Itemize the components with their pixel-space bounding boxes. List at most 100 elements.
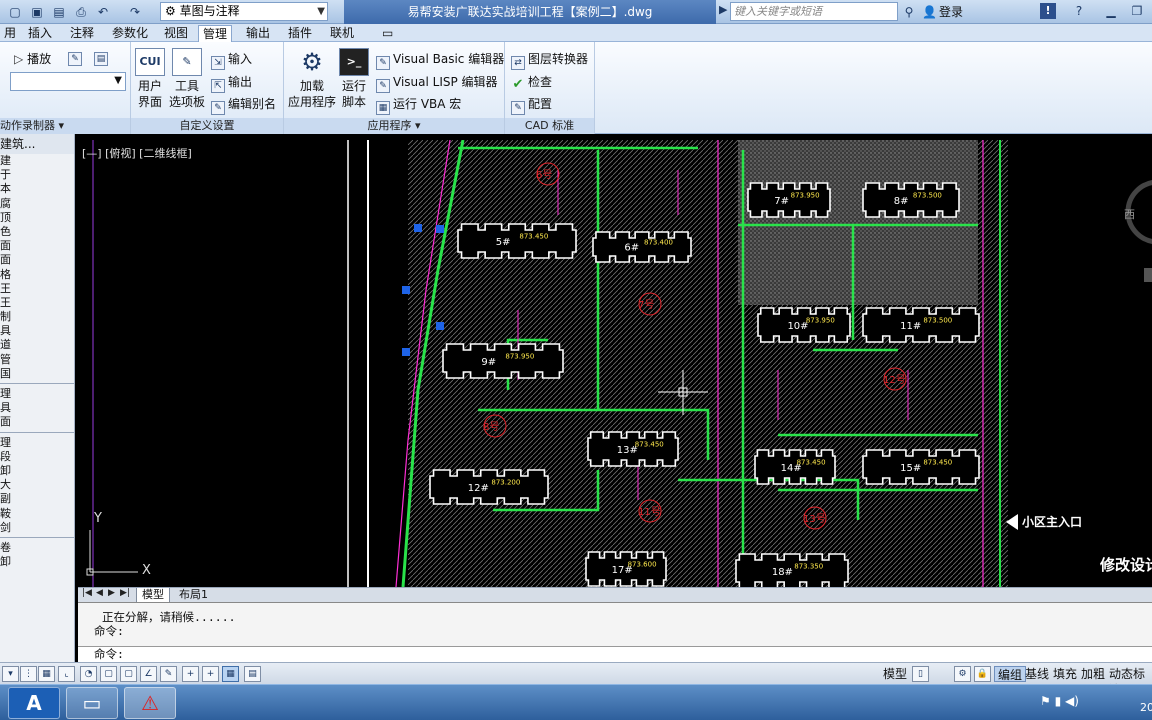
- new-icon[interactable]: ▢: [6, 3, 24, 21]
- undo-icon[interactable]: ↶: [94, 3, 112, 21]
- 3d-osnap-icon[interactable]: ▢: [120, 666, 137, 682]
- building-footprint[interactable]: 6# 873.400: [592, 231, 692, 263]
- palette-item[interactable]: 具: [0, 401, 74, 415]
- palette-item[interactable]: 格: [0, 268, 74, 282]
- bold-toggle[interactable]: 加粗: [1078, 666, 1108, 682]
- export-button[interactable]: ⇱ 输出: [211, 73, 252, 93]
- palette-item[interactable]: 国: [0, 367, 74, 381]
- vba-editor-button[interactable]: ✎ Visual Basic 编辑器: [376, 50, 504, 70]
- palette-item[interactable]: 剑: [0, 521, 74, 535]
- login-button[interactable]: 👤 登录: [922, 3, 963, 20]
- palette-item[interactable]: 建: [0, 154, 74, 168]
- palette-item[interactable]: 具: [0, 324, 74, 338]
- tab-parametric[interactable]: 参数化: [108, 25, 152, 42]
- palette-item[interactable]: 本: [0, 182, 74, 196]
- chevron-right-icon[interactable]: ▶: [719, 3, 727, 16]
- viewport-label[interactable]: [—] [俯视] [二维线框]: [82, 145, 192, 161]
- palette-item[interactable]: 理: [0, 436, 74, 450]
- layout-icon[interactable]: ▯: [912, 666, 929, 682]
- tab-layout1[interactable]: 布局1: [174, 588, 213, 603]
- record-options-icon[interactable]: ▤: [94, 48, 111, 66]
- redo-icon[interactable]: ↷: [126, 3, 144, 21]
- building-footprint[interactable]: 14#873.450: [754, 449, 836, 485]
- load-application-button[interactable]: ⚙ 加载 应用程序: [288, 48, 336, 110]
- explorer-taskbar-button[interactable]: ▭: [66, 687, 118, 719]
- tab-plugins[interactable]: 插件: [284, 25, 316, 42]
- quick-props-icon[interactable]: ▤: [244, 666, 261, 682]
- network-icon[interactable]: ▮: [1055, 694, 1062, 708]
- palette-item[interactable]: 于: [0, 168, 74, 182]
- view-cube-icon[interactable]: 西: [1124, 180, 1152, 244]
- transparency-icon[interactable]: ▦: [222, 666, 239, 682]
- palette-item[interactable]: 大: [0, 478, 74, 492]
- palette-item[interactable]: 副: [0, 492, 74, 506]
- prev-tab-icon[interactable]: ◀: [96, 588, 103, 598]
- tab-view[interactable]: 视图: [160, 25, 192, 42]
- play-button[interactable]: ▷ 播放: [14, 50, 51, 67]
- building-footprint[interactable]: 15#873.450: [862, 449, 980, 485]
- building-footprint[interactable]: 9# 873.950: [442, 343, 564, 379]
- building-footprint[interactable]: 11#873.500: [862, 307, 980, 343]
- import-button[interactable]: ⇲ 输入: [211, 50, 252, 70]
- building-footprint[interactable]: 7#873.950: [747, 182, 831, 218]
- nav-bar-icon[interactable]: [1144, 268, 1152, 282]
- palette-header[interactable]: 建筑...: [0, 134, 74, 154]
- palette-item[interactable]: 制: [0, 310, 74, 324]
- palette-item[interactable]: 理: [0, 387, 74, 401]
- palette-item[interactable]: 面: [0, 415, 74, 429]
- command-input[interactable]: 命令:: [78, 646, 1152, 662]
- fill-toggle[interactable]: 填充: [1050, 666, 1080, 682]
- run-script-button[interactable]: >_ 运行 脚本: [338, 48, 370, 110]
- tab-output[interactable]: 输出: [242, 25, 274, 42]
- palette-item[interactable]: 管: [0, 353, 74, 367]
- palette-item[interactable]: 王: [0, 282, 74, 296]
- osnap-icon[interactable]: ▢: [100, 666, 117, 682]
- building-footprint[interactable]: 17#873.600: [585, 551, 667, 587]
- edit-aliases-button[interactable]: ✎ 编辑别名: [211, 95, 276, 115]
- lock-icon[interactable]: 🔒: [974, 666, 991, 682]
- action-recorder-panel-label[interactable]: 动作录制器 ▾: [0, 118, 130, 134]
- tab-model[interactable]: 模型: [136, 588, 170, 603]
- dynamic-dimension-toggle[interactable]: 动态标注: [1106, 666, 1152, 697]
- snap-icon[interactable]: ⋮: [20, 666, 37, 682]
- grid-icon[interactable]: ▦: [38, 666, 55, 682]
- acrobat-taskbar-button[interactable]: ⚠: [124, 687, 176, 719]
- ortho-icon[interactable]: ⌞: [58, 666, 75, 682]
- polar-icon[interactable]: ◔: [80, 666, 97, 682]
- site-plan-drawing[interactable]: Y X 5#873.4506# 873.4007#873.9508#873.50…: [78, 140, 1152, 587]
- tab-insert[interactable]: 插入: [24, 25, 56, 42]
- tool-palettes-button[interactable]: ✎ 工具 选项板: [169, 48, 205, 110]
- last-tab-icon[interactable]: ▶|: [120, 588, 130, 598]
- building-footprint[interactable]: 5# 873.450: [457, 223, 577, 259]
- search-input[interactable]: 键入关键字或短语: [730, 2, 898, 21]
- macro-select[interactable]: ▼: [10, 72, 126, 91]
- drawing-viewport[interactable]: Y X 5# 873.450 6# 873.400 7# 873.950 8# …: [78, 140, 1152, 587]
- lineweight-icon[interactable]: +: [202, 666, 219, 682]
- palette-item[interactable]: 卸: [0, 555, 74, 569]
- dyn-icon[interactable]: +: [182, 666, 199, 682]
- palette-item[interactable]: 色: [0, 225, 74, 239]
- building-footprint[interactable]: 18#873.350: [735, 553, 849, 587]
- building-footprint[interactable]: 8# 873.500: [862, 182, 960, 218]
- record-icon[interactable]: ✎: [68, 48, 85, 66]
- applications-panel-label[interactable]: 应用程序 ▾: [284, 118, 504, 134]
- palette-item[interactable]: 卷: [0, 541, 74, 555]
- palette-item[interactable]: 面: [0, 253, 74, 267]
- workspace-select[interactable]: ⚙ 草图与注释 ▼: [160, 2, 328, 21]
- volume-icon[interactable]: ◀): [1065, 694, 1079, 708]
- layer-translator-button[interactable]: ⇄ 图层转换器: [511, 50, 588, 70]
- palette-item[interactable]: 王: [0, 296, 74, 310]
- autocad-taskbar-button[interactable]: A: [8, 687, 60, 719]
- building-footprint[interactable]: 13#873.450: [587, 431, 679, 467]
- palette-item[interactable]: 鞍: [0, 507, 74, 521]
- tab-home[interactable]: 用: [0, 25, 20, 42]
- next-tab-icon[interactable]: ▶: [108, 588, 115, 598]
- first-tab-icon[interactable]: |◀: [82, 588, 92, 598]
- configure-button[interactable]: ✎ 配置: [511, 95, 552, 115]
- binoculars-icon[interactable]: ⚲: [900, 3, 918, 21]
- print-icon[interactable]: ⎙: [72, 3, 90, 21]
- workspace-gear-icon[interactable]: ⚙: [954, 666, 971, 682]
- help-icon[interactable]: ?: [1068, 1, 1090, 22]
- save-as-icon[interactable]: ▤: [50, 3, 68, 21]
- user-interface-button[interactable]: CUI 用户 界面: [135, 48, 165, 110]
